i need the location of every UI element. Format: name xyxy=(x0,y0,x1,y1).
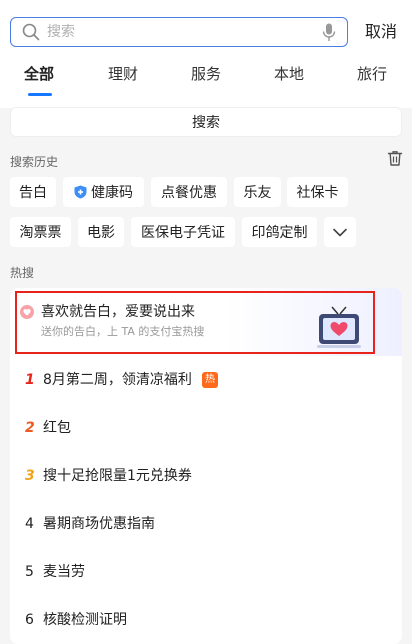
rank-number: 5 xyxy=(25,564,34,580)
chevron-down-icon xyxy=(333,228,347,236)
hot-item-text: 搜十足抢限量1元兑换券 xyxy=(43,468,192,484)
hot-item[interactable]: 2 红包 xyxy=(10,417,402,441)
hot-search-list: 喜欢就告白，爱要说出来 送你的告白，上 TA 的支付宝热搜 1 8月第二周，领清… xyxy=(10,288,402,644)
hot-badge: 热 xyxy=(202,372,218,388)
tab-services[interactable]: 服务 xyxy=(191,64,221,84)
history-chip[interactable]: 淘票票 xyxy=(10,217,71,247)
history-chip[interactable]: 告白 xyxy=(10,177,56,207)
expand-history-button[interactable] xyxy=(324,217,356,247)
featured-hot-item[interactable]: 喜欢就告白，爱要说出来 送你的告白，上 TA 的支付宝热搜 xyxy=(10,288,402,356)
heart-icon xyxy=(20,305,34,319)
search-input[interactable]: 搜索 xyxy=(10,17,348,47)
shield-plus-icon xyxy=(74,185,87,199)
hot-item-text: 8月第二周，领清凉福利 xyxy=(43,372,192,388)
tab-finance[interactable]: 理财 xyxy=(108,64,138,84)
category-tabs: 全部 理财 服务 本地 旅行 xyxy=(0,64,412,94)
history-label: 搜索历史 xyxy=(10,155,59,169)
hot-item-text: 核酸检测证明 xyxy=(43,612,127,628)
hot-item[interactable]: 5 麦当劳 xyxy=(10,561,402,585)
history-chip[interactable]: 健康码 xyxy=(63,177,144,207)
rank-number: 3 xyxy=(25,468,35,484)
history-chip[interactable]: 印鸽定制 xyxy=(242,217,317,247)
trash-icon[interactable] xyxy=(387,150,403,166)
search-icon xyxy=(22,23,40,41)
hot-item-text: 暑期商场优惠指南 xyxy=(43,516,155,532)
rank-number: 1 xyxy=(25,372,35,388)
tab-all[interactable]: 全部 xyxy=(24,64,54,84)
search-placeholder: 搜索 xyxy=(47,24,75,40)
tab-local[interactable]: 本地 xyxy=(274,64,304,84)
hot-search-label: 热搜 xyxy=(10,266,35,280)
rank-number: 6 xyxy=(25,612,34,628)
history-chip-label: 健康码 xyxy=(91,185,133,201)
active-tab-indicator xyxy=(28,93,52,96)
top-bar: 搜索 取消 全部 理财 服务 本地 旅行 xyxy=(0,0,412,108)
search-button[interactable]: 搜索 xyxy=(10,107,402,137)
microphone-icon[interactable] xyxy=(322,23,336,42)
rank-number: 4 xyxy=(25,516,34,532)
tab-travel[interactable]: 旅行 xyxy=(357,64,387,84)
rank-number: 2 xyxy=(25,420,35,436)
hot-item[interactable]: 4 暑期商场优惠指南 xyxy=(10,513,402,537)
hot-item-text: 红包 xyxy=(43,420,71,436)
hot-item[interactable]: 1 8月第二周，领清凉福利 热 xyxy=(10,369,402,393)
history-chip[interactable]: 医保电子凭证 xyxy=(131,217,235,247)
featured-subtitle: 送你的告白，上 TA 的支付宝热搜 xyxy=(41,325,205,338)
tv-heart-icon xyxy=(317,306,361,348)
hot-item-text: 麦当劳 xyxy=(43,564,85,580)
hot-item[interactable]: 3 搜十足抢限量1元兑换券 xyxy=(10,465,402,489)
history-chip[interactable]: 乐友 xyxy=(234,177,281,207)
history-chip[interactable]: 社保卡 xyxy=(287,177,348,207)
hot-item[interactable]: 6 核酸检测证明 xyxy=(10,609,402,633)
featured-title: 喜欢就告白，爱要说出来 xyxy=(41,304,195,320)
history-chip[interactable]: 点餐优惠 xyxy=(151,177,227,207)
history-chip[interactable]: 电影 xyxy=(78,217,124,247)
cancel-button[interactable]: 取消 xyxy=(365,22,397,42)
